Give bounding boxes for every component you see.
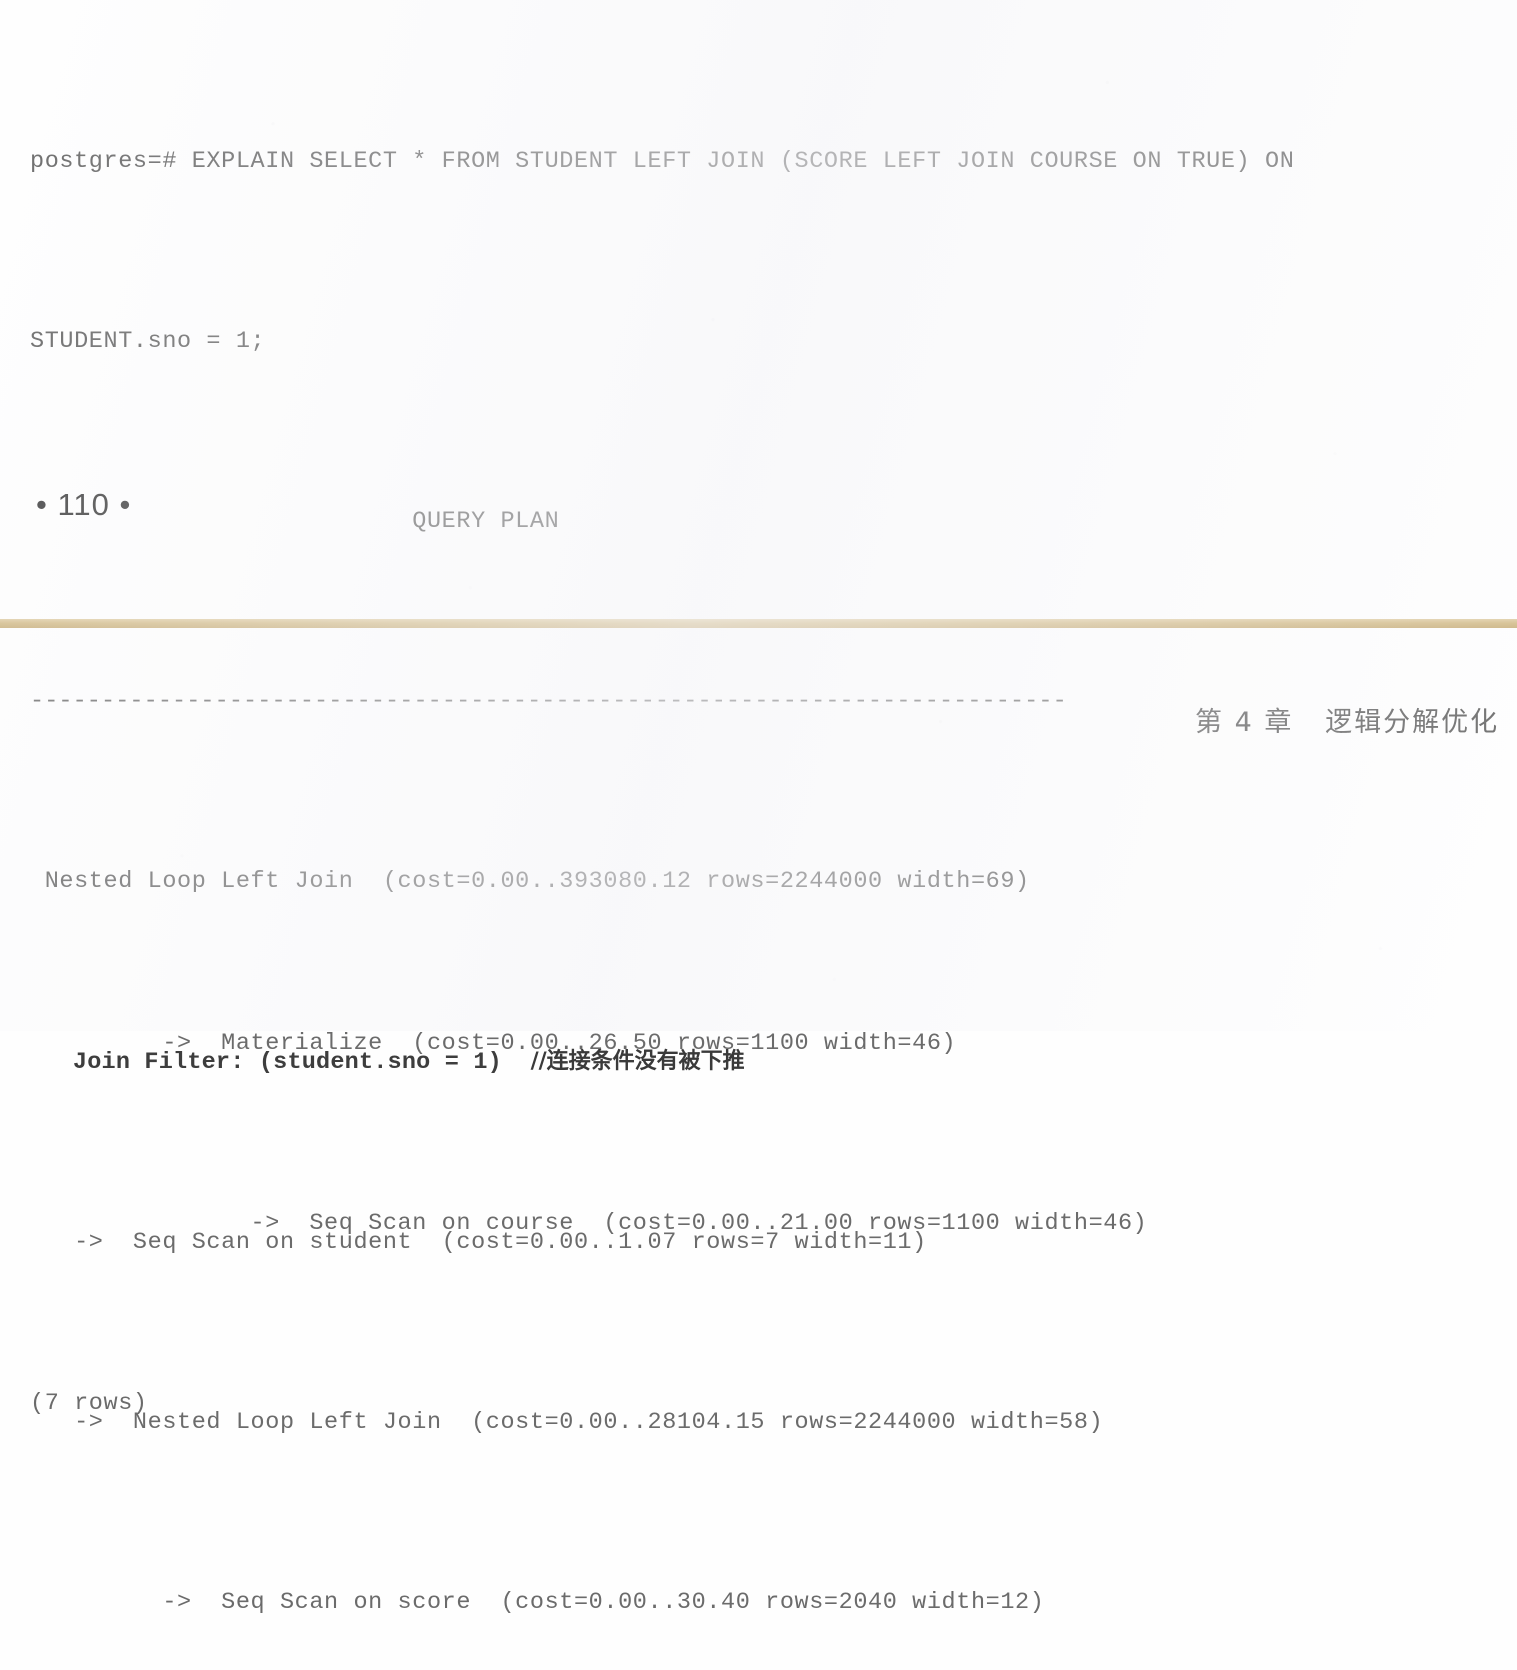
sql-prompt-line-1: postgres=# EXPLAIN SELECT * FROM STUDENT… — [30, 148, 1295, 175]
page-divider-rule — [0, 619, 1517, 628]
plan-line-seq-scan-score: -> Seq Scan on score (cost=0.00..30.40 r… — [30, 1589, 1045, 1616]
plan-line-seq-scan-course: -> Seq Scan on course (cost=0.00..21.00 … — [30, 1210, 1148, 1237]
terminal-transcript-bottom: -> Materialize (cost=0.00..26.50 rows=11… — [0, 886, 1517, 1471]
page-number: • 110 • — [36, 487, 132, 522]
plan-line-materialize: -> Materialize (cost=0.00..26.50 rows=11… — [30, 1030, 957, 1057]
sql-prompt-line-2: STUDENT.sno = 1; — [30, 328, 266, 355]
query-plan-header: QUERY PLAN — [30, 508, 560, 535]
plan-row-count: (7 rows) — [30, 1390, 148, 1417]
chapter-running-head: 第 4 章 逻辑分解优化 — [1195, 707, 1500, 738]
